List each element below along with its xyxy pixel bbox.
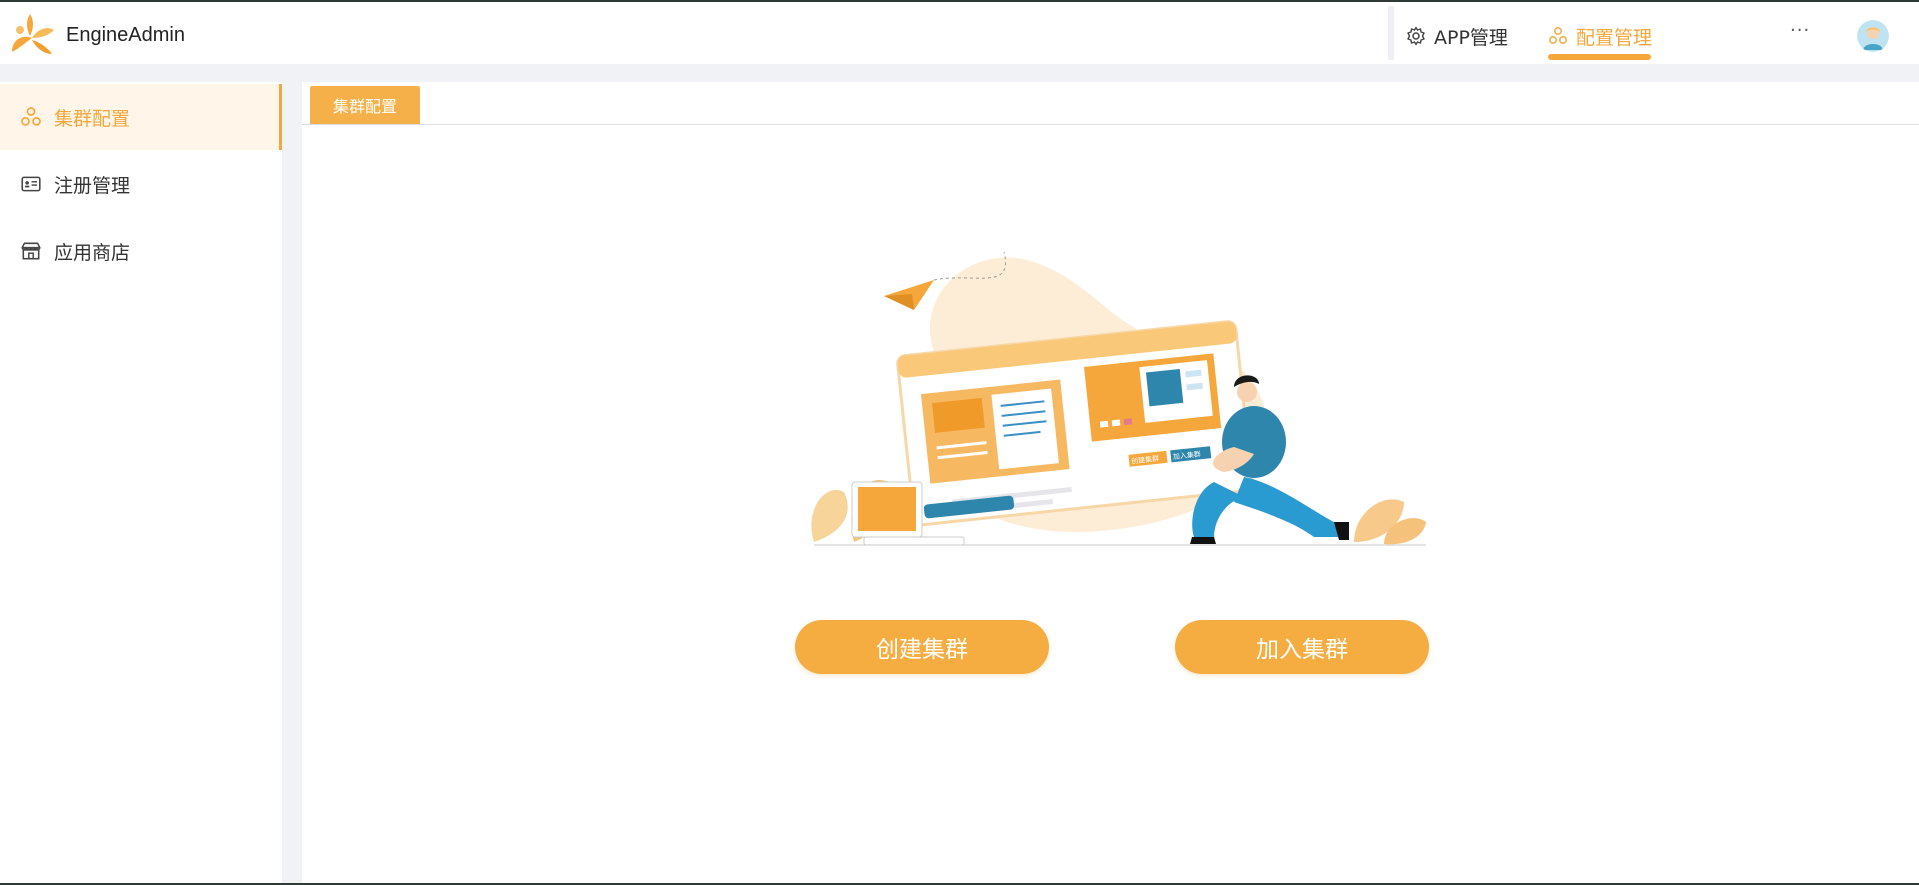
join-cluster-button[interactable]: 加入集群 [1175,620,1429,674]
cluster-icon [1549,27,1567,44]
nav-app-management-label: APP管理 [1434,26,1508,49]
id-card-icon [20,173,42,195]
nav-config-management[interactable]: 配置管理 [1548,18,1652,54]
nav-config-management-label: 配置管理 [1576,26,1653,49]
main-content: 集群配置 创建集群 加入集群 创建集群 加入集群 [302,82,1919,883]
create-cluster-button[interactable]: 创建集群 [795,620,1049,674]
nav-divider [1388,6,1394,60]
user-avatar[interactable] [1857,20,1889,52]
sidebar-item-label: 注册管理 [54,174,131,197]
tab-bar: 集群配置 [302,82,1919,125]
avatar-icon [1857,20,1889,52]
tab-cluster-config[interactable]: 集群配置 [310,86,420,124]
nav-app-management[interactable]: APP管理 [1406,18,1508,54]
cluster-illustration: 创建集群 加入集群 [811,251,1426,546]
gear-icon [1407,26,1425,46]
cluster-icon [20,106,42,128]
brand-name: EngineAdmin [66,24,185,46]
logo-icon [12,14,54,54]
sidebar-item-cluster-config[interactable]: 集群配置 [0,84,282,150]
sidebar-item-label: 应用商店 [54,241,131,264]
top-header: EngineAdmin APP管理 配置管理 ··· [0,2,1919,64]
more-menu-button[interactable]: ··· [1790,20,1810,41]
sidebar: 集群配置 注册管理 应用商店 [0,82,282,883]
sidebar-item-registry[interactable]: 注册管理 [0,151,282,217]
sidebar-item-label: 集群配置 [54,107,131,130]
store-icon [20,240,42,262]
sidebar-item-app-store[interactable]: 应用商店 [0,218,282,284]
active-nav-indicator [1548,54,1651,60]
